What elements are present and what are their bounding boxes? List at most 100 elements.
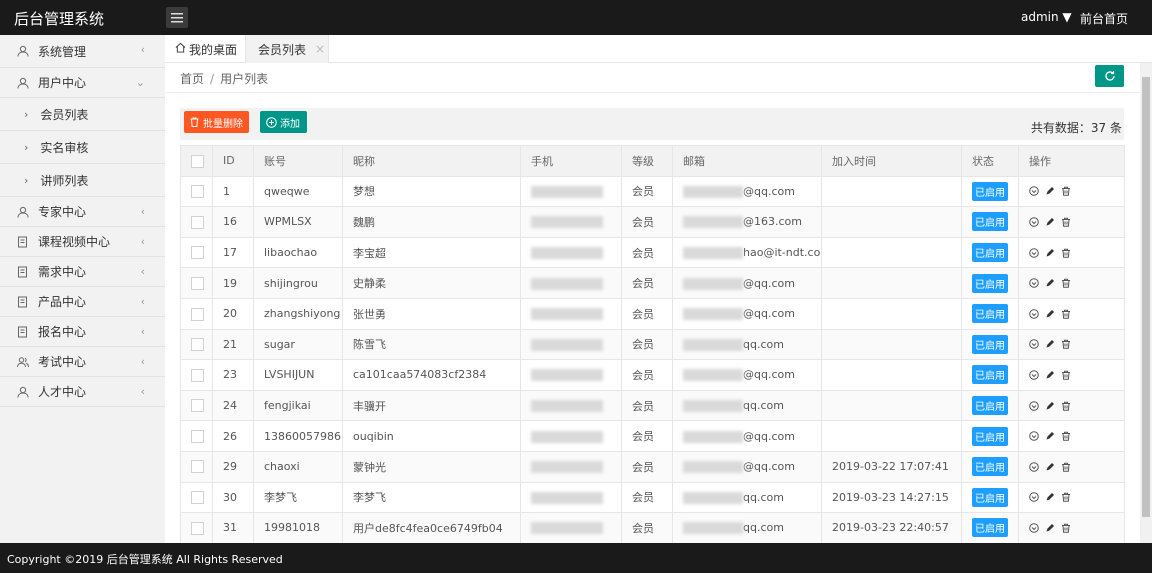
row-checkbox[interactable] [191, 368, 204, 382]
trash-icon[interactable] [1061, 309, 1071, 319]
row-checkbox[interactable] [191, 399, 204, 413]
cell-id: 29 [212, 450, 254, 483]
status-badge[interactable]: 已启用 [972, 334, 1008, 354]
edit-icon[interactable] [1045, 248, 1055, 258]
disable-icon[interactable] [1029, 461, 1039, 472]
sidebar-item-label: 考试中心 [38, 355, 87, 369]
cell-level: 会员 [621, 328, 673, 361]
row-checkbox[interactable] [191, 276, 204, 290]
sidebar-item-product[interactable]: 产品中心 ‹ [0, 287, 165, 317]
sidebar-subitem-verification[interactable]: › 实名审核 [0, 131, 165, 164]
status-badge[interactable]: 已启用 [972, 243, 1008, 263]
row-checkbox[interactable] [191, 185, 204, 199]
edit-icon[interactable] [1045, 401, 1055, 411]
cell-id: 16 [212, 206, 254, 238]
menu-toggle-button[interactable] [166, 7, 188, 28]
status-badge[interactable]: 已启用 [972, 518, 1008, 538]
disable-icon[interactable] [1029, 492, 1039, 503]
sidebar-item-user-center[interactable]: 用户中心 ⌄ [0, 68, 165, 98]
status-badge[interactable]: 已启用 [972, 273, 1008, 293]
cell-level: 会员 [621, 297, 673, 330]
tab-member-list[interactable]: 会员列表 × [245, 35, 329, 63]
status-badge[interactable]: 已启用 [972, 457, 1008, 477]
row-checkbox[interactable] [191, 429, 204, 443]
front-page-link[interactable]: 前台首页 [1080, 10, 1128, 27]
column-header: 邮箱 [672, 145, 822, 177]
row-checkbox-cell [180, 328, 213, 361]
disable-icon[interactable] [1029, 278, 1039, 288]
row-checkbox[interactable] [191, 307, 204, 321]
sidebar-item-system[interactable]: 系统管理 ‹ [0, 35, 165, 68]
vertical-scrollbar[interactable] [1140, 63, 1152, 543]
tab-bar: 我的桌面 会员列表 × [165, 35, 1152, 63]
cell-email: @163.com [672, 206, 822, 238]
status-badge[interactable]: 已启用 [972, 426, 1008, 446]
row-checkbox-cell [180, 267, 213, 299]
edit-icon[interactable] [1045, 492, 1055, 502]
trash-icon[interactable] [1061, 370, 1071, 380]
disable-icon[interactable] [1029, 217, 1039, 227]
add-button[interactable]: 添加 [260, 111, 307, 133]
trash-icon[interactable] [1061, 217, 1071, 227]
cell-id: 1 [212, 175, 254, 208]
row-checkbox[interactable] [191, 460, 204, 474]
disable-icon[interactable] [1029, 308, 1039, 319]
batch-delete-button[interactable]: 批量删除 [184, 111, 249, 133]
edit-icon[interactable] [1045, 339, 1055, 349]
disable-icon[interactable] [1029, 339, 1039, 350]
sidebar-item-talent[interactable]: 人才中心 ‹ [0, 377, 165, 407]
disable-icon[interactable] [1029, 400, 1039, 411]
disable-icon[interactable] [1029, 523, 1039, 533]
status-badge[interactable]: 已启用 [972, 396, 1008, 416]
sidebar-item-demand[interactable]: 需求中心 ‹ [0, 257, 165, 287]
trash-icon[interactable] [1061, 523, 1071, 533]
breadcrumb-home[interactable]: 首页 [180, 72, 204, 86]
trash-icon[interactable] [1061, 492, 1071, 503]
sidebar-item-registration[interactable]: 报名中心 ‹ [0, 317, 165, 347]
status-badge[interactable]: 已启用 [972, 487, 1008, 507]
cell-phone [520, 236, 622, 269]
status-badge[interactable]: 已启用 [972, 304, 1008, 324]
row-checkbox[interactable] [191, 215, 204, 229]
disable-icon[interactable] [1029, 431, 1039, 441]
trash-icon[interactable] [1061, 431, 1071, 441]
admin-menu[interactable]: admin ▼ [1021, 10, 1072, 24]
status-badge[interactable]: 已启用 [972, 181, 1008, 201]
sidebar-item-course-video[interactable]: 课程视频中心 ‹ [0, 227, 165, 257]
status-badge[interactable]: 已启用 [972, 212, 1008, 232]
row-checkbox[interactable] [191, 491, 204, 505]
sidebar-subitem-member-list[interactable]: › 会员列表 [0, 98, 165, 131]
edit-icon[interactable] [1045, 278, 1055, 288]
scrollbar-thumb[interactable] [1142, 77, 1150, 517]
chevron-left-icon: ‹ [140, 385, 145, 398]
edit-icon[interactable] [1045, 217, 1055, 227]
edit-icon[interactable] [1045, 431, 1055, 441]
sidebar-item-expert[interactable]: 专家中心 ‹ [0, 197, 165, 227]
select-all-checkbox[interactable] [191, 154, 204, 168]
disable-icon[interactable] [1029, 186, 1039, 197]
chevron-left-icon: ‹ [140, 295, 145, 308]
trash-icon[interactable] [1061, 339, 1071, 350]
trash-icon[interactable] [1061, 186, 1071, 197]
sidebar-subitem-lecturer-list[interactable]: › 讲师列表 [0, 164, 165, 197]
trash-icon[interactable] [1061, 248, 1071, 258]
edit-icon[interactable] [1045, 523, 1055, 533]
trash-icon[interactable] [1061, 401, 1071, 411]
row-checkbox[interactable] [191, 521, 204, 535]
tab-my-desktop[interactable]: 我的桌面 [175, 35, 245, 63]
refresh-button[interactable] [1095, 65, 1124, 87]
disable-icon[interactable] [1029, 370, 1039, 380]
status-badge[interactable]: 已启用 [972, 365, 1008, 385]
edit-icon[interactable] [1045, 370, 1055, 380]
sidebar-item-exam[interactable]: 考试中心 ‹ [0, 347, 165, 377]
disable-icon[interactable] [1029, 247, 1039, 258]
edit-icon[interactable] [1045, 462, 1055, 472]
cell-phone [520, 328, 622, 361]
trash-icon[interactable] [1061, 462, 1071, 472]
row-checkbox[interactable] [191, 246, 204, 260]
row-checkbox[interactable] [191, 338, 204, 352]
close-icon[interactable]: × [315, 42, 325, 56]
edit-icon[interactable] [1045, 186, 1055, 196]
edit-icon[interactable] [1045, 309, 1055, 319]
trash-icon[interactable] [1061, 278, 1071, 288]
